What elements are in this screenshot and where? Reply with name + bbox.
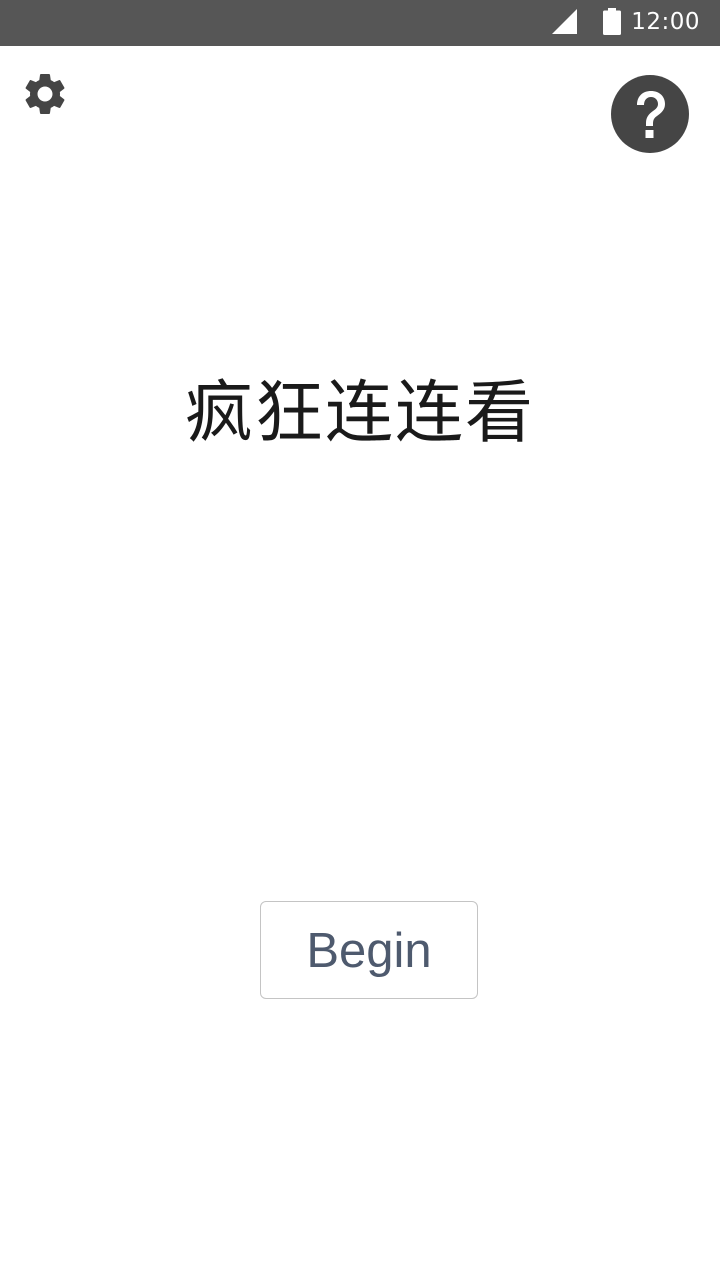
begin-button-label: Begin: [306, 924, 432, 978]
status-bar: 12:00: [0, 0, 720, 46]
cellular-signal-icon: [552, 9, 577, 34]
app-screen: 12:00 疯狂连连看 Begin: [0, 0, 720, 1280]
battery-full-icon: [603, 8, 621, 35]
app-title: 疯狂连连看: [184, 374, 535, 453]
status-time: 12:00: [631, 9, 700, 35]
settings-button[interactable]: [20, 69, 70, 119]
gear-icon: [25, 73, 65, 114]
question-circle-icon: [611, 75, 689, 153]
help-button[interactable]: [610, 74, 690, 154]
begin-button[interactable]: Begin: [260, 901, 478, 999]
